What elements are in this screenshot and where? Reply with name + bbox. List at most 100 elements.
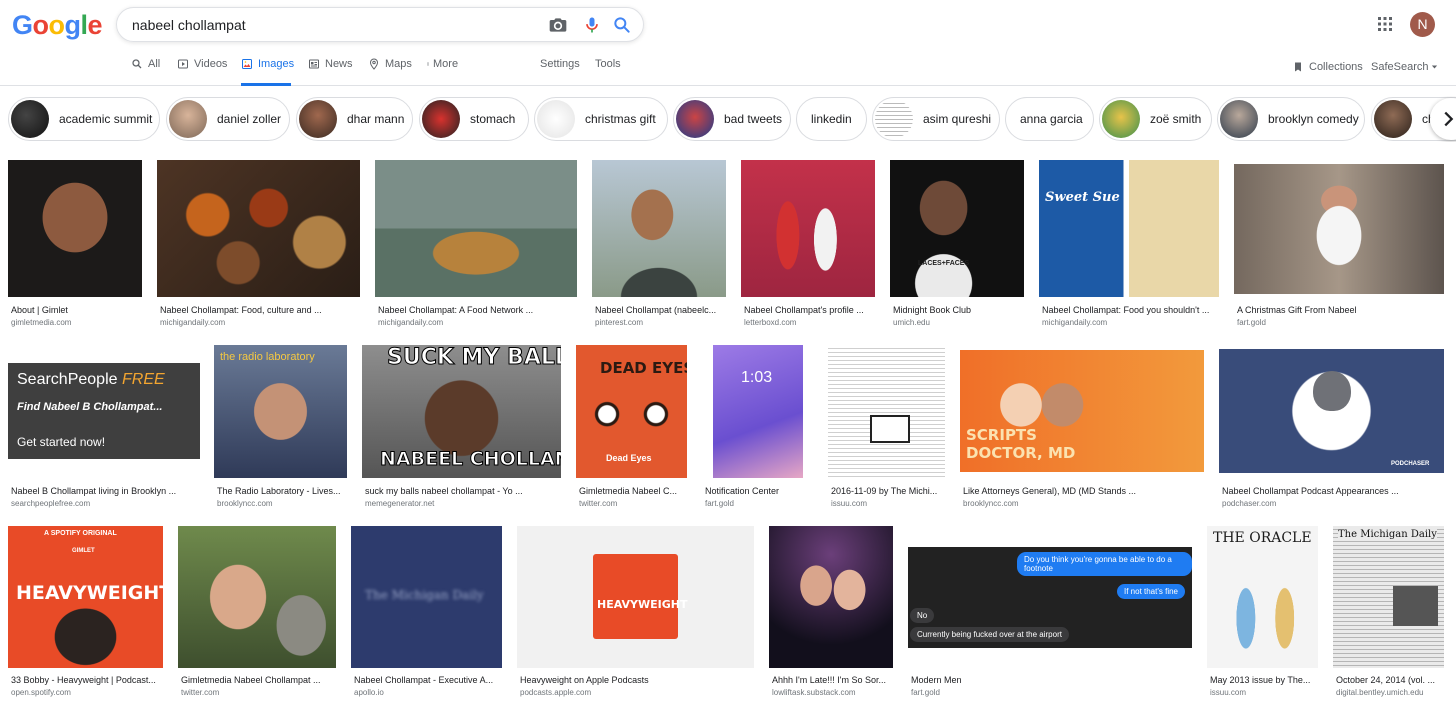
result-image: PODCHASER (1219, 349, 1444, 473)
image-result[interactable]: the radio laboratory The Radio Laborator… (214, 345, 347, 515)
collections-button[interactable]: Collections (1292, 61, 1363, 89)
tab-all[interactable]: All (131, 58, 160, 86)
image-result[interactable]: SCRIPTS DOCTOR, MD Like Attorneys Genera… (960, 345, 1204, 515)
image-text: The Michigan Daily (1338, 529, 1437, 540)
chip-christmas-gift[interactable]: christmas gift (534, 97, 668, 141)
safesearch-label: SafeSearch (1371, 61, 1429, 73)
result-image (592, 160, 726, 297)
search-icon[interactable] (612, 15, 632, 35)
image-result[interactable]: PODCHASER Nabeel Chollampat Podcast Appe… (1219, 345, 1444, 515)
search-input[interactable] (132, 15, 532, 35)
result-title: Ahhh I'm Late!!! I'm So Sor... (772, 675, 886, 685)
safesearch-button[interactable]: SafeSearch (1371, 61, 1439, 89)
result-title: Nabeel Chollampat: Food, culture and ... (160, 305, 322, 315)
image-result[interactable]: Nabeel Chollampat's profile ... letterbo… (741, 160, 875, 332)
image-result[interactable]: DEAD EYES Dead Eyes Gimletmedia Nabeel C… (576, 345, 687, 515)
microphone-icon[interactable] (582, 15, 602, 35)
result-source: gimletmedia.com (11, 318, 72, 327)
chat-bubble-received: Currently being fucked over at the airpo… (910, 627, 1069, 642)
image-result[interactable]: 1:03 Notification Center fart.gold (702, 345, 813, 515)
chip-linkedin[interactable]: linkedin (796, 97, 867, 141)
chip-thumbnail (169, 100, 207, 138)
image-result[interactable]: SearchPeople FREE Find Nabeel B Chollamp… (8, 345, 200, 515)
tab-maps[interactable]: Maps (368, 58, 412, 86)
newspaper-photo (1393, 586, 1438, 626)
result-source: open.spotify.com (11, 688, 71, 697)
chip-dhar-mann[interactable]: dhar mann (296, 97, 413, 141)
google-logo[interactable]: Google (12, 10, 103, 41)
chip-label: linkedin (811, 112, 852, 126)
camera-icon[interactable] (548, 15, 568, 35)
news-icon (309, 59, 319, 69)
search-box (116, 7, 644, 42)
tab-images[interactable]: Images (241, 58, 294, 86)
chip-zoe-smith[interactable]: zoë smith (1099, 97, 1212, 141)
result-title: 2016-11-09 by The Michi... (831, 486, 938, 496)
chip-thumbnail (537, 100, 575, 138)
result-source: pinterest.com (595, 318, 644, 327)
image-text: PODCHASER (1391, 461, 1430, 467)
result-source: brooklyncc.com (963, 499, 1019, 508)
image-result[interactable]: About | Gimlet gimletmedia.com (8, 160, 142, 332)
image-result[interactable]: The Michigan Daily Nabeel Chollampat - E… (351, 526, 502, 706)
result-image: LACES+FACES (890, 160, 1024, 297)
image-result[interactable]: HEAVYWEIGHT Heavyweight on Apple Podcast… (517, 526, 754, 706)
chip-daniel-zoller[interactable]: daniel zoller (166, 97, 290, 141)
logo-letter: G (12, 10, 33, 40)
chip-brooklyn-comedy[interactable]: brooklyn comedy (1217, 97, 1365, 141)
result-source: michigandaily.com (160, 318, 226, 327)
avatar[interactable]: N (1410, 12, 1435, 37)
tab-videos[interactable]: Videos (177, 58, 227, 86)
result-title: About | Gimlet (11, 305, 68, 315)
image-result[interactable]: Gimletmedia Nabeel Chollampat ... twitte… (178, 526, 336, 706)
tab-more[interactable]: More (426, 58, 458, 86)
image-text: Sweet Sue (1045, 190, 1120, 205)
image-result[interactable]: SUCK MY BALLS NABEEL CHOLLAMPAT suck my … (362, 345, 561, 515)
chip-bad-tweets[interactable]: bad tweets (673, 97, 791, 141)
tab-settings[interactable]: Settings (540, 58, 580, 86)
image-result[interactable]: LACES+FACES Midnight Book Club umich.edu (890, 160, 1024, 332)
tab-news[interactable]: News (308, 58, 353, 86)
image-result[interactable]: The Michigan Daily October 24, 2014 (vol… (1333, 526, 1444, 706)
result-title: suck my balls nabeel chollampat - Yo ... (365, 486, 523, 496)
result-title: Nabeel Chollampat: Food you shouldn't ..… (1042, 305, 1210, 315)
apps-grid-icon[interactable] (1377, 16, 1393, 32)
image-result[interactable]: THE ORACLE May 2013 issue by The... issu… (1207, 526, 1318, 706)
image-result[interactable]: Sweet Sue Nabeel Chollampat: Food you sh… (1039, 160, 1219, 332)
image-result[interactable]: Nabeel Chollampat: Food, culture and ...… (157, 160, 360, 332)
result-title: Gimletmedia Nabeel Chollampat ... (181, 675, 321, 685)
chip-asim-qureshi[interactable]: asim qureshi (872, 97, 1000, 141)
image-result[interactable]: Ahhh I'm Late!!! I'm So Sor... lowliftas… (769, 526, 893, 706)
result-image: the radio laboratory (214, 345, 347, 478)
chip-label: stomach (470, 112, 516, 126)
image-text: SUCK MY BALLS (387, 345, 561, 371)
chip-thumbnail (11, 100, 49, 138)
image-result[interactable]: Do you think you're gonna be able to do … (908, 526, 1192, 706)
image-result[interactable]: Nabeel Chollampat: A Food Network ... mi… (375, 160, 577, 332)
result-title: Modern Men (911, 675, 962, 685)
logo-letter: o (32, 10, 50, 40)
result-image: Sweet Sue (1039, 160, 1219, 297)
chip-stomach[interactable]: stomach (419, 97, 529, 141)
result-title: Midnight Book Club (893, 305, 972, 315)
podcast-artwork: HEAVYWEIGHT (593, 554, 687, 639)
image-result[interactable]: A SPOTIFY ORIGINAL GIMLET HEAVYWEIGHT 33… (8, 526, 163, 706)
tab-label: News (325, 58, 353, 70)
image-result[interactable]: A Christmas Gift From Nabeel fart.gold (1234, 160, 1444, 332)
image-text: the radio laboratory (220, 351, 315, 363)
chip-anna-garcia[interactable]: anna garcia (1005, 97, 1094, 141)
tab-tools[interactable]: Tools (595, 58, 621, 86)
related-search-chips: academic summit daniel zoller dhar mann … (0, 96, 1456, 142)
tab-label: Tools (595, 58, 621, 70)
result-image: THE ORACLE (1207, 526, 1318, 668)
image-text: HEAVYWEIGHT (16, 582, 163, 604)
result-source: podcasts.apple.com (520, 688, 592, 697)
image-result[interactable]: 2016-11-09 by The Michi... issuu.com (828, 345, 945, 515)
image-icon (242, 59, 252, 69)
image-result[interactable]: Nabeel Chollampat (nabeelc... pinterest.… (592, 160, 726, 332)
result-source: issuu.com (831, 499, 868, 508)
chip-academic-summit[interactable]: academic summit (8, 97, 160, 141)
result-title: Heavyweight on Apple Podcasts (520, 675, 649, 685)
chip-label: bad tweets (724, 112, 783, 126)
result-title: Gimletmedia Nabeel C... (579, 486, 678, 496)
